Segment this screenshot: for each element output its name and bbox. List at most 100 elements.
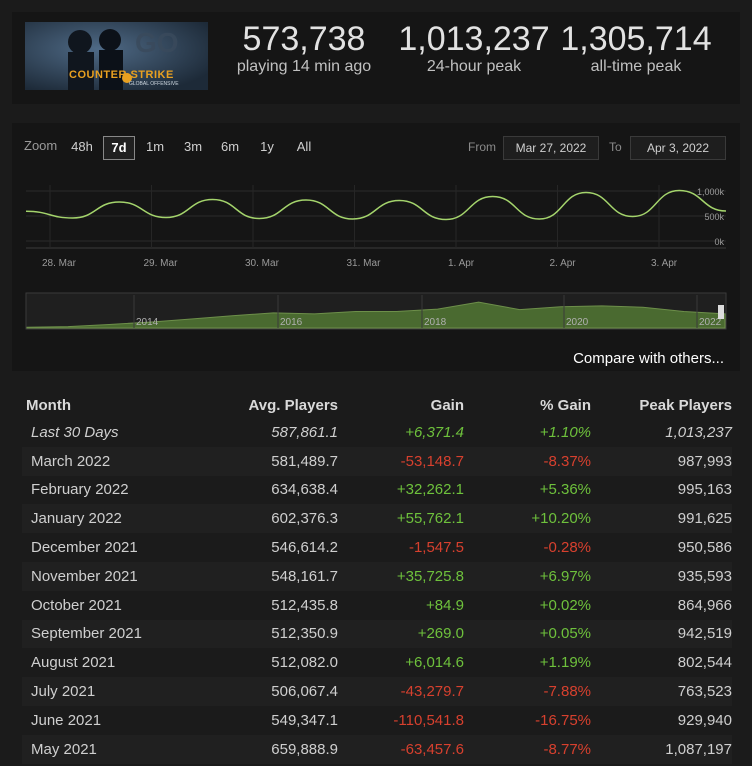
percent-gain-cell: -7.88% bbox=[464, 677, 591, 706]
column-header-month[interactable]: Month bbox=[22, 392, 196, 418]
to-date-input[interactable]: Apr 3, 2022 bbox=[630, 136, 726, 160]
zoom-all-button[interactable]: All bbox=[292, 136, 316, 158]
percent-gain-cell: -8.77% bbox=[464, 734, 591, 764]
peak-players-cell: 991,625 bbox=[591, 504, 732, 534]
zoom-6m-button[interactable]: 6m bbox=[217, 136, 243, 158]
percent-gain-cell: +1.10% bbox=[539, 423, 591, 441]
table-row: March 2022 581,489.7 -53,148.7 -8.37% 987,99… bbox=[22, 446, 732, 476]
navigator-year-label: 2018 bbox=[424, 317, 447, 328]
player-count-line-chart[interactable]: 28. Mar 29. Mar 30. Mar 31. Mar 1. Apr 2. Apr… bbox=[12, 173, 740, 273]
gain-cell: +6,371.4 bbox=[405, 423, 464, 441]
navigator-year-label: 2016 bbox=[280, 317, 303, 328]
gain-cell: +269.0 bbox=[338, 619, 464, 649]
zoom-7d-button[interactable]: 7d bbox=[103, 136, 135, 160]
avg-players-cell: 512,082.0 bbox=[271, 654, 338, 672]
peak-players-cell: 987,993 bbox=[591, 446, 732, 476]
table-row: May 2021 659,888.9 -63,457.6 -8.77% 1,087,19… bbox=[22, 734, 732, 764]
zoom-1m-button[interactable]: 1m bbox=[143, 136, 167, 158]
peak-players-cell: 763,523 bbox=[591, 677, 732, 706]
month-cell: August 2021 bbox=[31, 654, 116, 672]
gain-cell: +84.9 bbox=[426, 596, 464, 614]
from-label: From bbox=[468, 140, 496, 154]
y-tick-label: 500k bbox=[704, 212, 724, 222]
avg-players-cell: 602,376.3 bbox=[196, 504, 338, 534]
zoom-48h-button[interactable]: 48h bbox=[68, 136, 96, 158]
peak-players-cell: 802,544 bbox=[677, 654, 732, 672]
gain-cell: +32,262.1 bbox=[396, 481, 464, 499]
peak-players-cell: 1,013,237 bbox=[665, 423, 732, 441]
month-cell: May 2021 bbox=[22, 734, 196, 764]
gain-cell: +35,725.8 bbox=[338, 561, 464, 591]
avg-players-cell: 546,614.2 bbox=[271, 539, 338, 557]
24h-peak-value: 1,013,237 bbox=[398, 20, 550, 58]
table-row: July 2021 506,067.4 -43,279.7 -7.88% 763,523 bbox=[22, 677, 732, 706]
peak-players-cell: 864,966 bbox=[677, 596, 732, 614]
peak-players-cell: 929,940 bbox=[677, 711, 732, 729]
avg-players-cell: 506,067.4 bbox=[196, 677, 338, 706]
month-cell: June 2021 bbox=[31, 711, 102, 729]
table-row: Last 30 Days 587,861.1 +6,371.4 +1.10% 1,013… bbox=[22, 418, 732, 447]
x-tick-label: 3. Apr bbox=[651, 258, 678, 269]
history-navigator-chart[interactable]: 2014 2016 2018 2020 2022 bbox=[12, 291, 740, 331]
navigator-year-label: 2014 bbox=[136, 317, 159, 328]
month-cell: July 2021 bbox=[22, 677, 196, 706]
avg-players-cell: 512,350.9 bbox=[196, 619, 338, 649]
monthly-stats-table: Month Avg. Players Gain % Gain Peak Play… bbox=[22, 392, 732, 764]
table-row: September 2021 512,350.9 +269.0 +0.05% 942,5… bbox=[22, 619, 732, 649]
peak-players-cell: 935,593 bbox=[591, 561, 732, 591]
avg-players-cell: 587,861.1 bbox=[271, 423, 338, 441]
month-cell: January 2022 bbox=[22, 504, 196, 534]
avg-players-cell: 634,638.4 bbox=[271, 481, 338, 499]
percent-gain-cell: -0.28% bbox=[543, 539, 591, 557]
month-cell: November 2021 bbox=[22, 561, 196, 591]
month-cell: February 2022 bbox=[31, 481, 129, 499]
column-header-avg-players[interactable]: Avg. Players bbox=[196, 392, 339, 418]
gain-cell: -1,547.5 bbox=[408, 539, 464, 557]
zoom-1y-button[interactable]: 1y bbox=[256, 136, 278, 158]
zoom-label: Zoom bbox=[24, 138, 58, 153]
avg-players-cell: 549,347.1 bbox=[271, 711, 338, 729]
stat-24h-peak: 1,013,237 24-hour peak bbox=[390, 20, 558, 76]
table-row: June 2021 549,347.1 -110,541.8 -16.75% 929,9… bbox=[22, 706, 732, 735]
percent-gain-cell: +0.05% bbox=[464, 619, 591, 649]
column-header-peak-players[interactable]: Peak Players bbox=[591, 392, 732, 418]
zoom-3m-button[interactable]: 3m bbox=[180, 136, 206, 158]
stat-current-players: 573,738 playing 14 min ago bbox=[224, 20, 384, 76]
x-tick-label: 29. Mar bbox=[144, 258, 179, 269]
y-tick-label: 0k bbox=[714, 237, 724, 247]
x-tick-label: 30. Mar bbox=[245, 258, 280, 269]
compare-with-others-link[interactable]: Compare with others... bbox=[573, 350, 724, 367]
svg-text:GO: GO bbox=[135, 27, 179, 58]
table-row: November 2021 548,161.7 +35,725.8 +6.97% 935… bbox=[22, 561, 732, 591]
avg-players-cell: 659,888.9 bbox=[196, 734, 338, 764]
current-players-label: playing 14 min ago bbox=[236, 58, 372, 75]
table-row: October 2021 512,435.8 +84.9 +0.02% 864,966 bbox=[22, 591, 732, 620]
x-tick-label: 28. Mar bbox=[42, 258, 77, 269]
avg-players-cell: 512,435.8 bbox=[271, 596, 338, 614]
x-tick-label: 1. Apr bbox=[448, 258, 475, 269]
peak-players-cell: 950,586 bbox=[677, 539, 732, 557]
navigator-handle[interactable] bbox=[718, 305, 724, 319]
avg-players-cell: 548,161.7 bbox=[196, 561, 338, 591]
logo-subtext: GLOBAL OFFENSIVE bbox=[129, 81, 179, 87]
percent-gain-cell: -16.75% bbox=[535, 711, 591, 729]
column-header-gain[interactable]: Gain bbox=[338, 392, 464, 418]
y-tick-label: 1,000k bbox=[697, 187, 725, 197]
table-header-row: Month Avg. Players Gain % Gain Peak Play… bbox=[22, 392, 732, 418]
stat-all-time-peak: 1,305,714 all-time peak bbox=[560, 20, 712, 76]
column-header-percent-gain[interactable]: % Gain bbox=[464, 392, 591, 418]
gain-cell: -110,541.8 bbox=[393, 711, 464, 729]
table-row: January 2022 602,376.3 +55,762.1 +10.20% 991… bbox=[22, 504, 732, 534]
player-count-series-line bbox=[25, 189, 727, 221]
header-panel: GO COUNTER STRIKE GLOBAL OFFENSIVE 573,7… bbox=[12, 12, 740, 104]
percent-gain-cell: +6.97% bbox=[464, 561, 591, 591]
peak-players-cell: 995,163 bbox=[677, 481, 732, 499]
from-date-input[interactable]: Mar 27, 2022 bbox=[503, 136, 599, 160]
gain-cell: -63,457.6 bbox=[338, 734, 464, 764]
table-row: August 2021 512,082.0 +6,014.6 +1.19% 802,54… bbox=[22, 648, 732, 677]
month-cell: December 2021 bbox=[31, 539, 138, 557]
percent-gain-cell: -8.37% bbox=[464, 446, 591, 476]
month-cell: March 2022 bbox=[22, 446, 196, 476]
current-players-value: 573,738 bbox=[242, 20, 366, 58]
game-logo[interactable]: GO COUNTER STRIKE GLOBAL OFFENSIVE bbox=[25, 22, 208, 90]
